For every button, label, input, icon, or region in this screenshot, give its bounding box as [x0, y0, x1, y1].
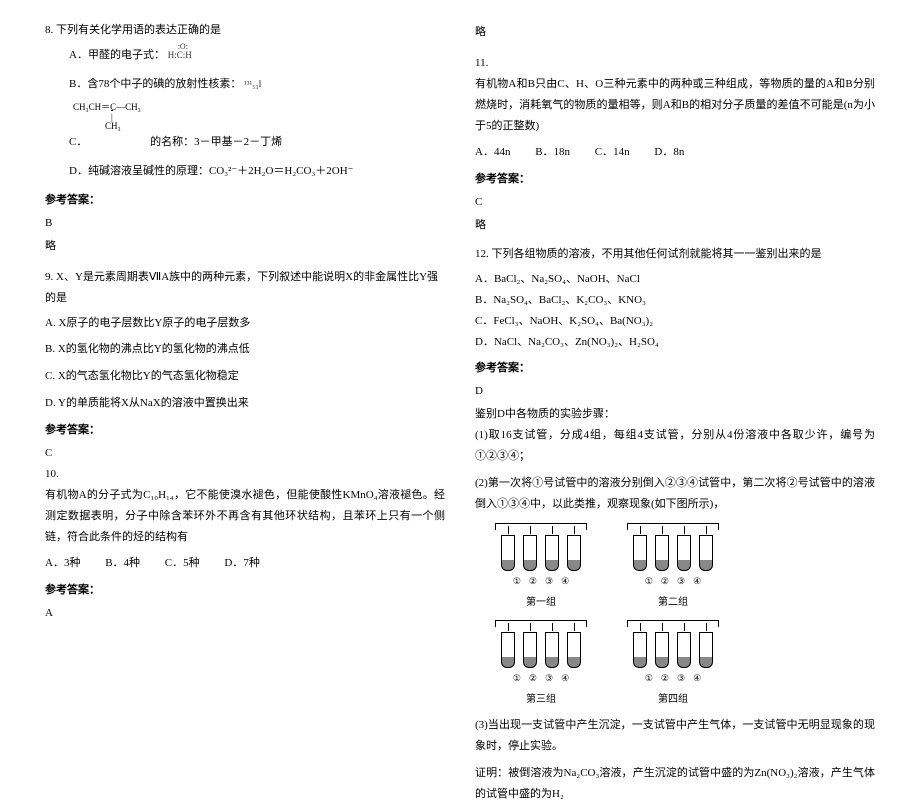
test-tube-icon	[655, 632, 669, 668]
q9-option-d: D. Y的单质能将X从NaX的溶液中置换出来	[45, 393, 445, 414]
q8-title: 8. 下列有关化学用语的表达正确的是	[45, 20, 445, 41]
right-column: 略 11. 有机物A和B只由C、H、O三种元素中的两种或三种组成，等物质的量的A…	[460, 20, 890, 631]
q10-options: A．3种 B．4种 C．5种 D．7种	[45, 553, 445, 574]
tube-diagram-row1: ① ② ③ ④ 第一组 ① ② ③ ④ 第二组	[495, 523, 875, 612]
q8-a-label: A．甲醛的电子式：	[69, 49, 165, 61]
q9-option-b: B. X的氢化物的沸点比Y的氢化物的沸点低	[45, 339, 445, 360]
q9-answer-label: 参考答案：	[45, 420, 445, 441]
group1: ① ② ③ ④ 第一组	[495, 523, 587, 612]
q11-opt-a: A．44n	[475, 146, 510, 158]
q12-answer-label: 参考答案：	[475, 358, 875, 379]
q11-opt-b: B．18n	[535, 146, 570, 158]
q8-option-b: B．含78个中子的碘的放射性核素： ¹³¹₅₃I	[69, 74, 445, 95]
left-column: 8. 下列有关化学用语的表达正确的是 A．甲醛的电子式： :O: H:C:H B…	[30, 20, 460, 631]
q9-option-c: C. X的气态氢化物比Y的气态氢化物稳定	[45, 366, 445, 387]
q11-num: 11.	[475, 53, 875, 74]
q12-option-b: B．Na₂SO₄、BaCl₂、K₂CO₃、KNO₃	[475, 290, 875, 311]
formaldehyde-formula: :O: H:C:H	[168, 47, 192, 64]
test-tube-icon	[501, 535, 515, 571]
q10-opt-a: A．3种	[45, 557, 80, 569]
q9-title: 9. X、Y是元素周期表ⅦA族中的两种元素，下列叙述中能说明X的非金属性比Y强的…	[45, 267, 445, 309]
test-tube-icon	[567, 632, 581, 668]
q9-option-a: A. X原子的电子层数比Y原子的电子层数多	[45, 313, 445, 334]
q10-answer-label: 参考答案：	[45, 580, 445, 601]
q12-step3: (3)当出现一支试管中产生沉淀，一支试管中产生气体，一支试管中无明显现象的现象时…	[475, 715, 875, 757]
q12-step1: (1)取16支试管，分成4组，每组4支试管，分别从4份溶液中各取少许，编号为①②…	[475, 425, 875, 467]
group3: ① ② ③ ④ 第三组	[495, 620, 587, 709]
q10-num: 10.	[45, 464, 445, 485]
test-tube-icon	[633, 535, 647, 571]
q12-step4: 证明：被倒溶液为Na₂CO₃溶液，产生沉淀的试管中盛的为Zn(NO₃)₂溶液，产…	[475, 763, 875, 804]
q10-opt-c: C．5种	[165, 557, 200, 569]
q9-answer: C	[45, 443, 445, 464]
q12-exp-title: 鉴别D中各物质的实验步骤：	[475, 404, 875, 425]
test-tube-icon	[699, 632, 713, 668]
q8-answer-label: 参考答案：	[45, 190, 445, 211]
q11-opt-d: D．8n	[654, 146, 684, 158]
group2: ① ② ③ ④ 第二组	[627, 523, 719, 612]
test-tube-icon	[501, 632, 515, 668]
q11-answer: C	[475, 192, 875, 213]
q12-title: 12. 下列各组物质的溶液，不用其他任何试剂就能将其一一鉴别出来的是	[475, 244, 875, 265]
q8-answer: B	[45, 213, 445, 234]
test-tube-icon	[545, 632, 559, 668]
q11-opt-c: C．14n	[595, 146, 630, 158]
top-note: 略	[475, 22, 875, 43]
q8-option-c: CH₃CH＝C—CH₃ | CH₃ C． 的名称：3－甲基－2－丁烯	[69, 103, 445, 154]
q8-option-a: A．甲醛的电子式： :O: H:C:H	[69, 45, 445, 66]
q10-answer: A	[45, 603, 445, 624]
butene-formula: CH₃CH＝C—CH₃ | CH₃	[73, 103, 141, 133]
q10-opt-b: B．4种	[105, 557, 140, 569]
group4: ① ② ③ ④ 第四组	[627, 620, 719, 709]
test-tube-icon	[523, 535, 537, 571]
test-tube-icon	[699, 535, 713, 571]
q12-option-d: D．NaCl、Na₂CO₃、Zn(NO₃)₂、H₂SO₄	[475, 332, 875, 353]
q10-opt-d: D．7种	[224, 557, 259, 569]
q8-note: 略	[45, 236, 445, 257]
test-tube-icon	[677, 535, 691, 571]
q8-option-d: D．纯碱溶液呈碱性的原理：CO₃²⁻＋2H₂O＝H₂CO₃＋2OH⁻	[69, 161, 445, 182]
q12-option-c: C．FeCl₃、NaOH、K₂SO₄、Ba(NO₃)₂	[475, 311, 875, 332]
q12-answer: D	[475, 381, 875, 402]
test-tube-icon	[567, 535, 581, 571]
q10-body: 有机物A的分子式为C₁₀H₁₄，它不能使溴水褪色，但能使酸性KMnO₄溶液褪色。…	[45, 485, 445, 548]
iodine-isotope: ¹³¹₅₃I	[244, 79, 261, 89]
test-tube-icon	[545, 535, 559, 571]
q11-answer-label: 参考答案：	[475, 169, 875, 190]
q12-step2: (2)第一次将①号试管中的溶液分别倒入②③④试管中，第二次将②号试管中的溶液倒入…	[475, 473, 875, 515]
test-tube-icon	[633, 632, 647, 668]
q11-body: 有机物A和B只由C、H、O三种元素中的两种或三种组成，等物质的量的A和B分别燃烧…	[475, 74, 875, 137]
q11-note: 略	[475, 215, 875, 236]
q12-option-a: A．BaCl₂、Na₂SO₄、NaOH、NaCl	[475, 269, 875, 290]
q11-options: A．44n B．18n C．14n D．8n	[475, 142, 875, 163]
tube-diagram-row2: ① ② ③ ④ 第三组 ① ② ③ ④ 第四组	[495, 620, 875, 709]
test-tube-icon	[523, 632, 537, 668]
test-tube-icon	[677, 632, 691, 668]
test-tube-icon	[655, 535, 669, 571]
